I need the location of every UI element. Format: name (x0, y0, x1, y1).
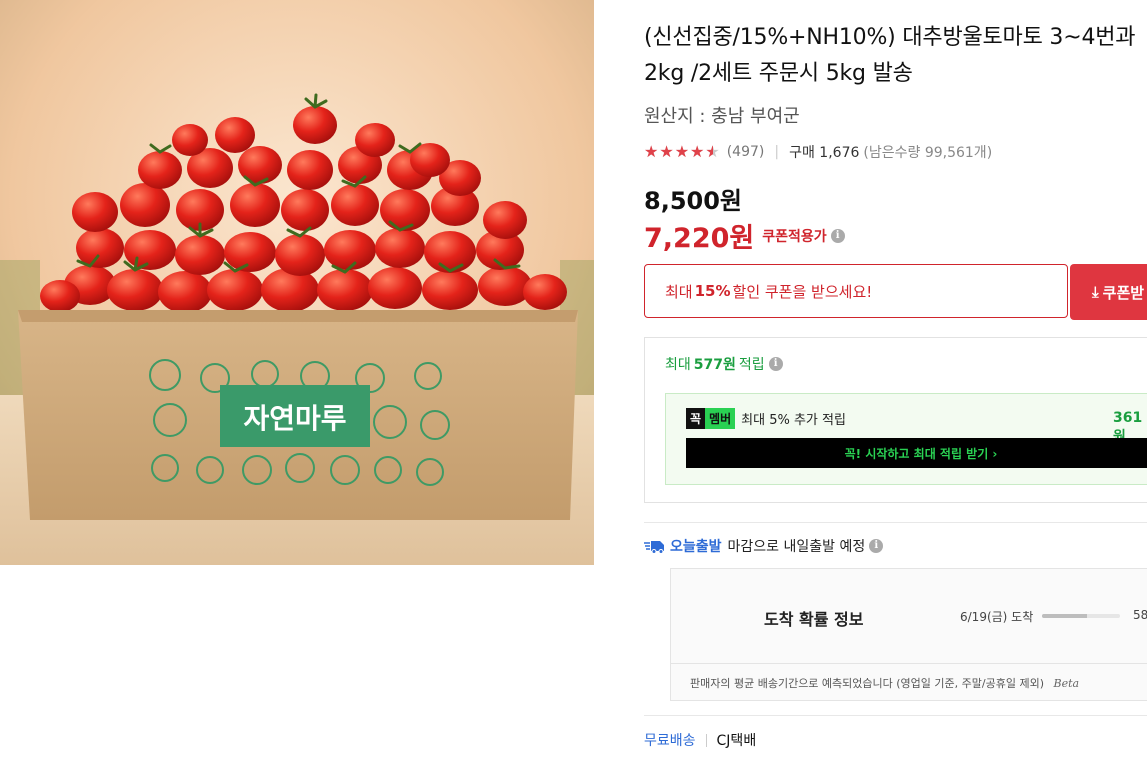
today-delivery-brand: 오늘출발 (670, 539, 722, 555)
coupon-button-label: 쿠폰받 (1102, 283, 1145, 302)
points-amount: 577원 (693, 357, 736, 373)
free-shipping: 무료배송 (644, 733, 696, 749)
stock-remaining: (남은수량 99,561개) (863, 145, 993, 161)
coupon-price-tag: 쿠폰적용가 (762, 228, 827, 245)
arrival-title: 도착 확률 정보 (764, 610, 864, 629)
fast-delivery-icon (644, 541, 664, 554)
coupon-percent: 15% (694, 282, 731, 300)
today-delivery-row: 오늘출발 마감으로 내일출발 예정 i (644, 536, 884, 556)
download-icon: ⤓ (1092, 283, 1099, 301)
divider (671, 663, 1147, 664)
product-origin: 원산지 : 충남 부여군 (644, 106, 800, 127)
points-line: 최대 577원 적립 i (665, 354, 783, 374)
rating-separator: | (774, 144, 780, 160)
member-start-button[interactable]: 꼭! 시작하고 최대 적립 받기 › (686, 438, 1147, 468)
box-brand-text: 자연마루 (243, 402, 346, 435)
arrival-progress-bar (1042, 614, 1120, 618)
info-icon[interactable]: i (869, 539, 884, 553)
points-prefix: 최대 (665, 357, 691, 373)
arrival-note-text: 판매자의 평균 배송기간으로 예측되었습니다 (영업일 기준, 주말/공휴일 제… (690, 677, 1044, 690)
divider (644, 522, 1147, 523)
arrival-date: 6/19(금) 도착 (960, 610, 1034, 624)
product-image[interactable]: 자연마루 (0, 0, 594, 565)
coupon-banner[interactable]: 최대 15% 할인 쿠폰을 받으세요! (644, 264, 1068, 318)
member-badge-label: 멤버 (705, 408, 736, 429)
shipping-carrier: CJ택배 (716, 733, 757, 749)
review-count[interactable]: (497) (727, 144, 765, 160)
coupon-price: 7,220원 (644, 223, 755, 254)
divider (644, 715, 1147, 716)
member-badge-logo: 꼭 (686, 408, 706, 429)
member-text: 최대 5% 추가 적립 (741, 413, 846, 428)
shipping-row: 무료배송 CJ택배 (644, 730, 756, 750)
rating-row: ★★★★★ ★★★★★ (497) | 구매 1,676 (남은수량 99,561… (644, 141, 992, 163)
info-icon[interactable]: i (830, 228, 845, 243)
coupon-text-after: 할인 쿠폰을 받으세요! (732, 282, 873, 301)
info-icon[interactable]: i (768, 357, 783, 371)
arrival-percent: 58 (1133, 608, 1147, 622)
coupon-text-before: 최대 (665, 282, 693, 301)
product-title: (신선집중/15%+NH10%) 대추방울토마토 3~4번과 2kg /2세트 … (644, 25, 1136, 86)
coupon-price-row: 7,220원 쿠폰적용가 i (644, 216, 845, 255)
purchase-count: 구매 1,676 (789, 145, 860, 161)
shipping-separator (705, 733, 707, 747)
coupon-download-button[interactable]: ⤓ 쿠폰받 (1070, 264, 1147, 320)
member-row: 꼭 멤버 최대 5% 추가 적립 (686, 408, 846, 429)
original-price: 8,500원 (644, 187, 742, 215)
today-delivery-text: 마감으로 내일출발 예정 (727, 539, 866, 555)
beta-label: Beta (1053, 677, 1080, 690)
arrival-note: 판매자의 평균 배송기간으로 예측되었습니다 (영업일 기준, 주말/공휴일 제… (690, 675, 1079, 691)
rating-stars[interactable]: ★★★★★ ★★★★★ (644, 144, 721, 160)
points-suffix: 적립 (738, 357, 765, 373)
arrival-progress-fill (1042, 614, 1088, 618)
